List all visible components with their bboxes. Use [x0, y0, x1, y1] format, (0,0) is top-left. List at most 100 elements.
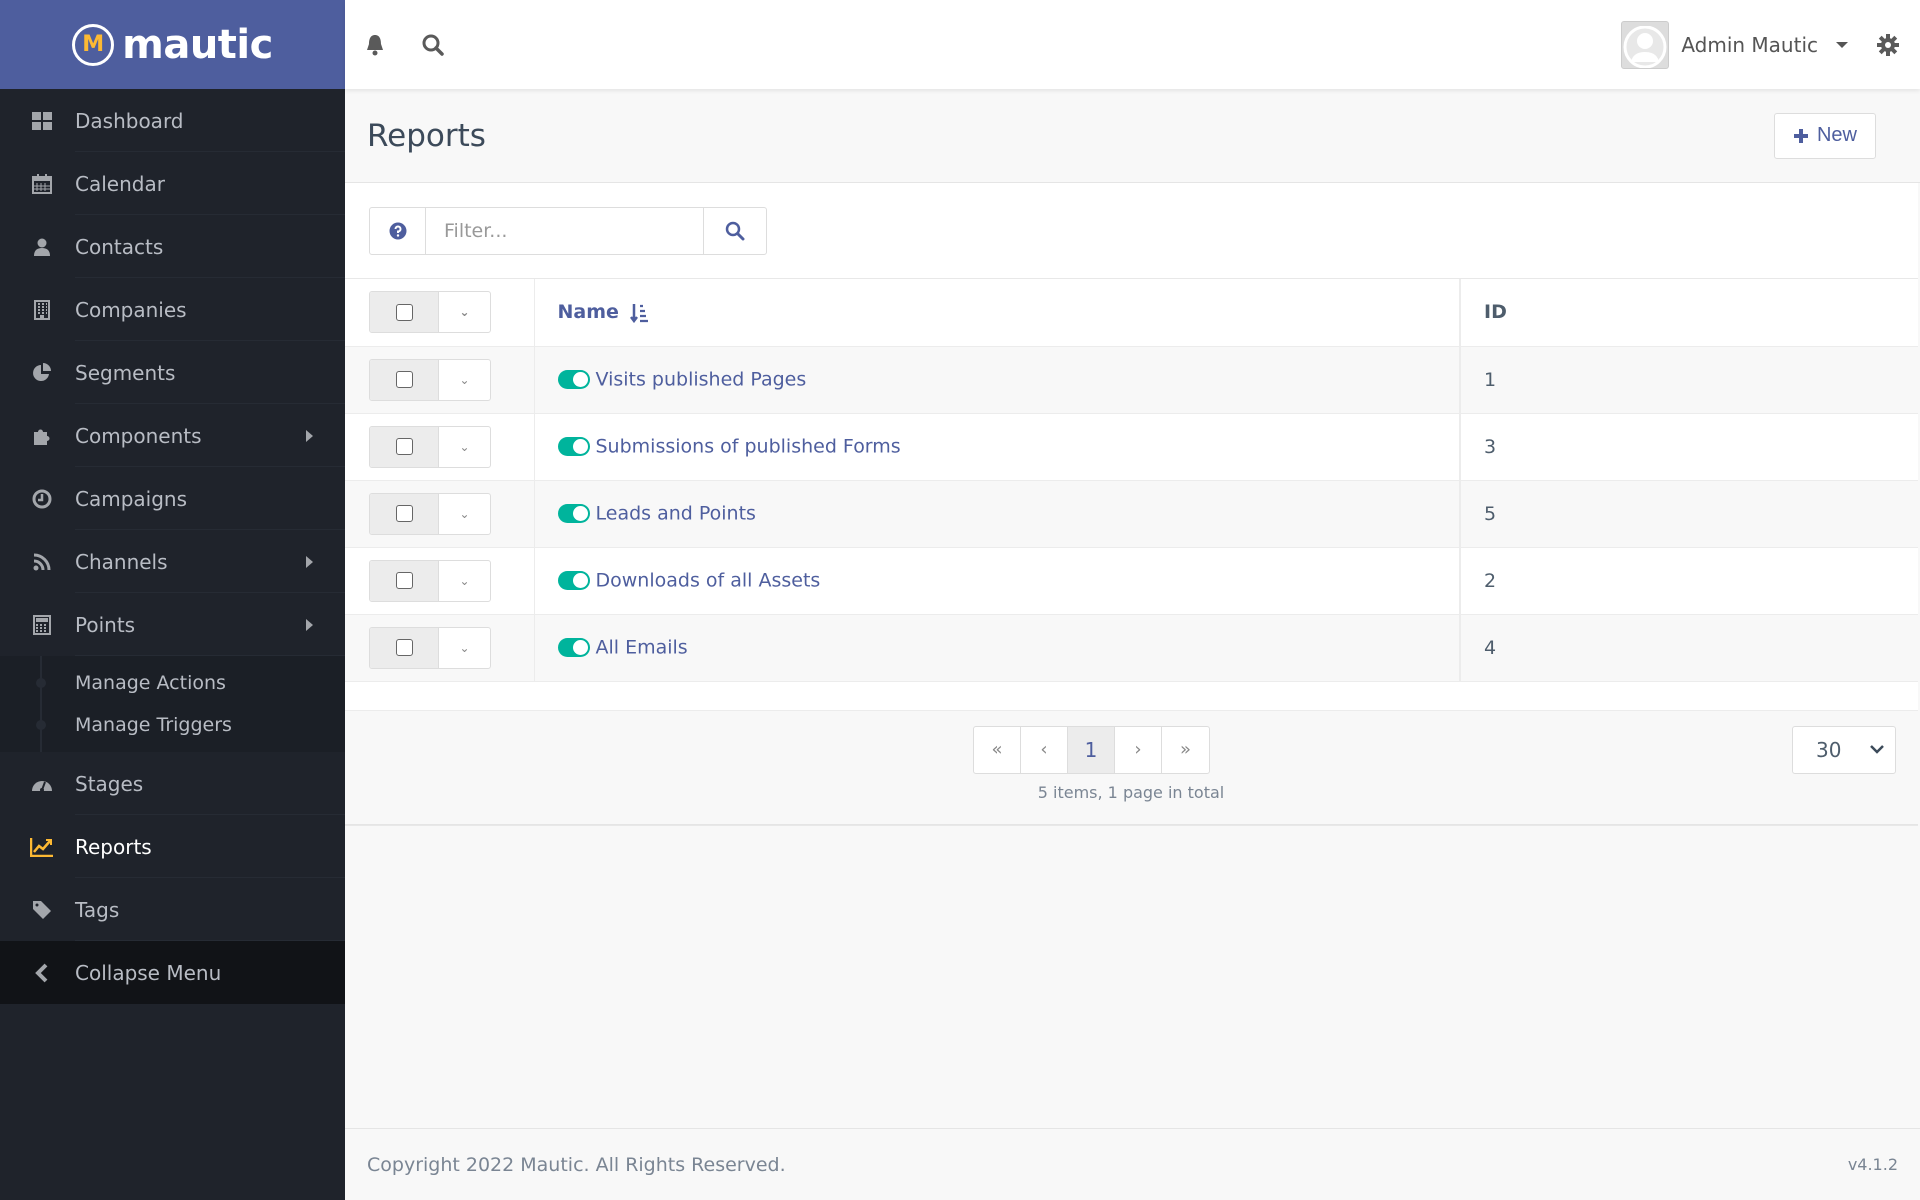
report-name-link[interactable]: Submissions of published Forms — [596, 436, 901, 458]
reports-list-panel: ⌄ Name ID ⌄ Visits published Pages 1 ⌄ Submi… — [345, 183, 1918, 826]
row-checkbox[interactable] — [395, 438, 413, 455]
caret-right-icon — [306, 618, 313, 631]
row-checkbox[interactable] — [395, 505, 413, 522]
page-title: Reports — [367, 117, 486, 154]
sidebar-item-label: Companies — [75, 297, 187, 322]
mautic-logo-icon: M — [72, 23, 115, 66]
pagination-info: 5 items, 1 page in total — [345, 783, 1917, 802]
copyright-text: Copyright 2022 Mautic. All Rights Reserv… — [367, 1153, 786, 1176]
column-header-name-label: Name — [557, 301, 619, 324]
row-checkbox-cell[interactable] — [370, 426, 439, 467]
report-name-link[interactable]: Downloads of all Assets — [596, 570, 821, 592]
caret-down-icon — [1836, 41, 1848, 48]
submenu-item-label: Manage Actions — [75, 672, 226, 694]
pagination-info-text: 5 items, 1 page in total — [1037, 782, 1225, 802]
row-id-cell: 5 — [1460, 480, 1918, 548]
calendar-icon — [27, 173, 57, 194]
sidebar-item-reports[interactable]: Reports — [0, 815, 345, 878]
sidebar-item-components[interactable]: Components — [0, 404, 345, 467]
sidebar-item-companies[interactable]: Companies — [0, 278, 345, 341]
sidebar-item-contacts[interactable]: Contacts — [0, 215, 345, 278]
row-select-group: ⌄ — [369, 559, 491, 602]
column-header-id-label: ID — [1484, 301, 1507, 324]
table-row: ⌄ All Emails 4 — [345, 614, 1918, 682]
collapse-menu-button[interactable]: Collapse Menu — [0, 941, 345, 1004]
pagination-prev-button[interactable]: ‹ — [1021, 726, 1068, 773]
row-checkbox-cell[interactable] — [370, 359, 439, 400]
row-checkbox[interactable] — [395, 371, 413, 388]
sidebar-nav: Dashboard Calendar Contacts Companies Se… — [0, 89, 345, 941]
search-icon — [725, 221, 745, 240]
sidebar-item-label: Contacts — [75, 234, 164, 259]
tachometer-icon — [27, 775, 57, 793]
row-id-cell: 4 — [1460, 614, 1918, 682]
row-checkbox[interactable] — [395, 572, 413, 589]
bulk-actions-dropdown-toggle[interactable]: ⌄ — [439, 292, 490, 332]
sidebar-item-dashboard[interactable]: Dashboard — [0, 89, 345, 152]
row-select-cell: ⌄ — [345, 547, 535, 615]
sidebar-item-calendar[interactable]: Calendar — [0, 152, 345, 215]
report-name-link[interactable]: Visits published Pages — [596, 369, 807, 391]
rss-icon — [27, 553, 57, 571]
column-header-name[interactable]: Name — [534, 279, 1461, 347]
bullet-icon — [36, 678, 46, 688]
sidebar-item-label: Dashboard — [75, 108, 184, 133]
row-actions-dropdown-toggle[interactable]: ⌄ — [439, 494, 490, 534]
published-toggle[interactable] — [557, 504, 590, 524]
row-checkbox-cell[interactable] — [370, 560, 439, 601]
row-select-group: ⌄ — [369, 492, 491, 535]
sidebar-item-segments[interactable]: Segments — [0, 341, 345, 404]
help-question-icon[interactable] — [370, 207, 426, 254]
row-actions-dropdown-toggle[interactable]: ⌄ — [439, 360, 490, 400]
sidebar-item-label: Calendar — [75, 171, 165, 196]
user-menu[interactable]: Admin Mautic — [1621, 20, 1848, 69]
new-report-button[interactable]: New — [1773, 112, 1876, 159]
search-icon[interactable] — [421, 33, 445, 57]
puzzle-icon — [27, 426, 57, 446]
chevron-down-icon — [1870, 744, 1884, 754]
sidebar-item-stages[interactable]: Stages — [0, 752, 345, 815]
row-actions-dropdown-toggle[interactable]: ⌄ — [439, 561, 490, 601]
filter-search-button[interactable] — [703, 207, 766, 254]
notifications-bell-icon[interactable] — [363, 33, 387, 57]
pagination-page-current[interactable]: 1 — [1068, 726, 1115, 773]
submenu-item-manage-actions[interactable]: Manage Actions — [0, 662, 345, 704]
published-toggle[interactable] — [557, 571, 590, 591]
row-id-cell: 2 — [1460, 547, 1918, 615]
dashboard-icon — [27, 111, 57, 130]
brand-logo-area[interactable]: M mautic — [0, 0, 345, 89]
top-header: Admin Mautic — [345, 0, 1920, 89]
report-name-link[interactable]: All Emails — [596, 637, 688, 659]
column-header-id[interactable]: ID — [1460, 279, 1918, 347]
row-checkbox-cell[interactable] — [370, 627, 439, 668]
pagination-last-button[interactable]: » — [1162, 727, 1209, 773]
report-name-link[interactable]: Leads and Points — [596, 503, 756, 525]
row-select-group: ⌄ — [369, 358, 491, 401]
sidebar-item-campaigns[interactable]: Campaigns — [0, 467, 345, 530]
row-checkbox-cell[interactable] — [370, 493, 439, 534]
select-all-checkbox[interactable] — [395, 303, 413, 321]
published-toggle[interactable] — [557, 437, 590, 457]
sidebar-item-points[interactable]: Points — [0, 593, 345, 656]
published-toggle[interactable] — [557, 370, 590, 390]
select-all-checkbox-cell[interactable] — [370, 292, 439, 333]
sidebar-item-label: Components — [75, 423, 202, 448]
submenu-item-manage-triggers[interactable]: Manage Triggers — [0, 704, 345, 746]
filter-input[interactable] — [426, 207, 703, 254]
pagination-first-button[interactable]: « — [974, 726, 1021, 773]
row-select-cell: ⌄ — [345, 480, 535, 548]
row-select-group: ⌄ — [369, 425, 491, 468]
row-actions-dropdown-toggle[interactable]: ⌄ — [439, 427, 490, 467]
published-toggle[interactable] — [557, 638, 590, 658]
sidebar-item-label: Points — [75, 612, 136, 637]
settings-gear-icon[interactable] — [1876, 33, 1900, 57]
sidebar-item-channels[interactable]: Channels — [0, 530, 345, 593]
row-actions-dropdown-toggle[interactable]: ⌄ — [439, 628, 490, 668]
sidebar-item-tags[interactable]: Tags — [0, 878, 345, 941]
row-checkbox[interactable] — [395, 639, 413, 656]
table-body: ⌄ Visits published Pages 1 ⌄ Submissions of … — [345, 346, 1918, 682]
page-limit-select[interactable]: 30 — [1792, 725, 1896, 774]
user-name: Admin Mautic — [1681, 32, 1818, 57]
points-submenu: Manage Actions Manage Triggers — [0, 656, 345, 752]
pagination-next-button[interactable]: › — [1115, 726, 1162, 773]
